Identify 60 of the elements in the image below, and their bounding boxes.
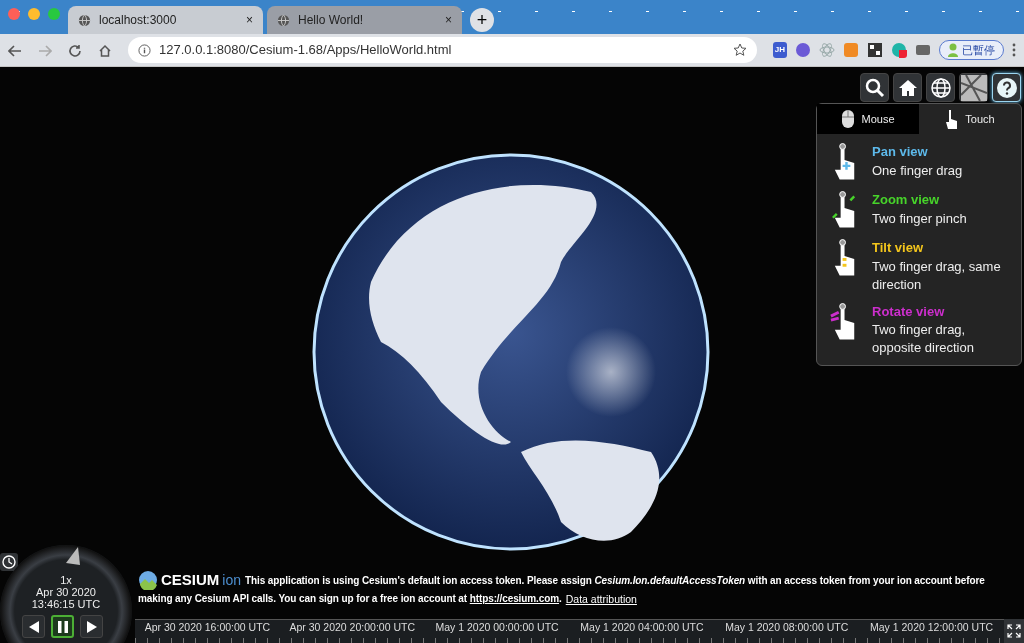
- data-attribution-link[interactable]: Data attribution: [565, 590, 637, 608]
- gesture-description: One finger drag: [872, 161, 964, 180]
- globe-icon: [78, 13, 91, 27]
- menu-icon[interactable]: [1012, 43, 1016, 57]
- info-icon: [138, 43, 151, 57]
- back-button[interactable]: [8, 42, 22, 58]
- qr-code-icon[interactable]: [867, 42, 883, 58]
- pause-button[interactable]: [51, 615, 74, 638]
- gesture-title: Zoom view: [872, 191, 941, 209]
- gesture-title: Pan view: [872, 143, 929, 161]
- globe-icon: [277, 13, 290, 27]
- clock-button[interactable]: [0, 553, 18, 571]
- timeline[interactable]: Apr 30 2020 16:00:00 UTC Apr 30 2020 20:00:00 UTC May 1 2020 00:00:00 UTC May 1 2020 04:00:00 UTC May 1 2020 08:00:00 UTC May 1 2020 12:00:00 UTC: [135, 619, 1004, 643]
- help-tab[interactable]: Touch: [919, 104, 1021, 134]
- profile-button[interactable]: 已暫停: [939, 39, 1004, 61]
- url-text: 127.0.0.1:8080/Cesium-1.68/Apps/HelloWorld.html: [159, 41, 453, 60]
- help-tab[interactable]: Mouse: [817, 104, 919, 134]
- shuttle-ring-handle-icon[interactable]: [66, 547, 80, 565]
- reverse-button[interactable]: [22, 615, 45, 638]
- extension-icon[interactable]: [915, 42, 931, 58]
- help-button[interactable]: [992, 73, 1021, 102]
- credit-message: This application is using Cesium's default ion access token. Please assign Cesium.Ion.defaultAccessToken with an access token from your ion account before: [245, 574, 985, 588]
- extension-icon[interactable]: JH: [772, 42, 787, 58]
- timeline-label: May 1 2020 08:00:00 UTC: [724, 620, 850, 635]
- fullscreen-button[interactable]: [1004, 619, 1024, 643]
- play-button[interactable]: [80, 615, 103, 638]
- timeline-label: May 1 2020 04:00:00 UTC: [579, 620, 705, 635]
- new-tab-button[interactable]: +: [470, 8, 494, 32]
- gesture-title: Tilt view: [872, 239, 925, 257]
- search-button[interactable]: [860, 73, 889, 102]
- imagery-layer-button[interactable]: [959, 73, 988, 102]
- reload-button[interactable]: [68, 42, 82, 58]
- home-button[interactable]: [893, 73, 922, 102]
- mouse-icon: [841, 109, 856, 129]
- timeline-label: May 1 2020 12:00:00 UTC: [868, 620, 995, 635]
- hand-icon: [945, 109, 960, 129]
- browser-tab[interactable]: localhost:3000 ×: [68, 6, 263, 34]
- avatar-icon: [948, 43, 958, 57]
- extension-icon[interactable]: [891, 42, 907, 58]
- speed-label: 1x: [59, 574, 73, 586]
- gesture-description: Two finger pinch: [872, 209, 968, 228]
- address-field[interactable]: 127.0.0.1:8080/Cesium-1.68/Apps/HelloWorld.html: [128, 37, 757, 63]
- gesture-description: Two finger drag, opposite direction: [872, 321, 975, 357]
- cesium-ion-logo[interactable]: CESIUM ion: [138, 570, 242, 590]
- star-icon[interactable]: [732, 43, 747, 57]
- date-label: Apr 30 2020: [35, 586, 97, 598]
- browser-tab[interactable]: Hello World! ×: [267, 6, 462, 34]
- extension-icon[interactable]: [795, 42, 811, 58]
- time-label: 13:46:15 UTC: [30, 598, 102, 610]
- gesture-description: Two finger drag, same direction: [872, 257, 1002, 294]
- credit-message: making any Cesium API calls. You can sign up for a free ion account at https://cesium.com.: [138, 592, 562, 606]
- gesture-title: Rotate view: [872, 302, 946, 321]
- timeline-label: May 1 2020 00:00:00 UTC: [434, 620, 560, 635]
- animation-dial[interactable]: 1x Apr 30 2020 13:46:15 UTC: [0, 545, 132, 643]
- timeline-label: Apr 30 2020 20:00:00 UTC: [288, 620, 416, 635]
- globe-button[interactable]: [926, 73, 955, 102]
- close-tab-button[interactable]: ×: [246, 11, 253, 29]
- close-tab-button[interactable]: ×: [445, 11, 452, 29]
- home-icon: [897, 77, 918, 98]
- timeline-label: Apr 30 2020 16:00:00 UTC: [143, 620, 272, 635]
